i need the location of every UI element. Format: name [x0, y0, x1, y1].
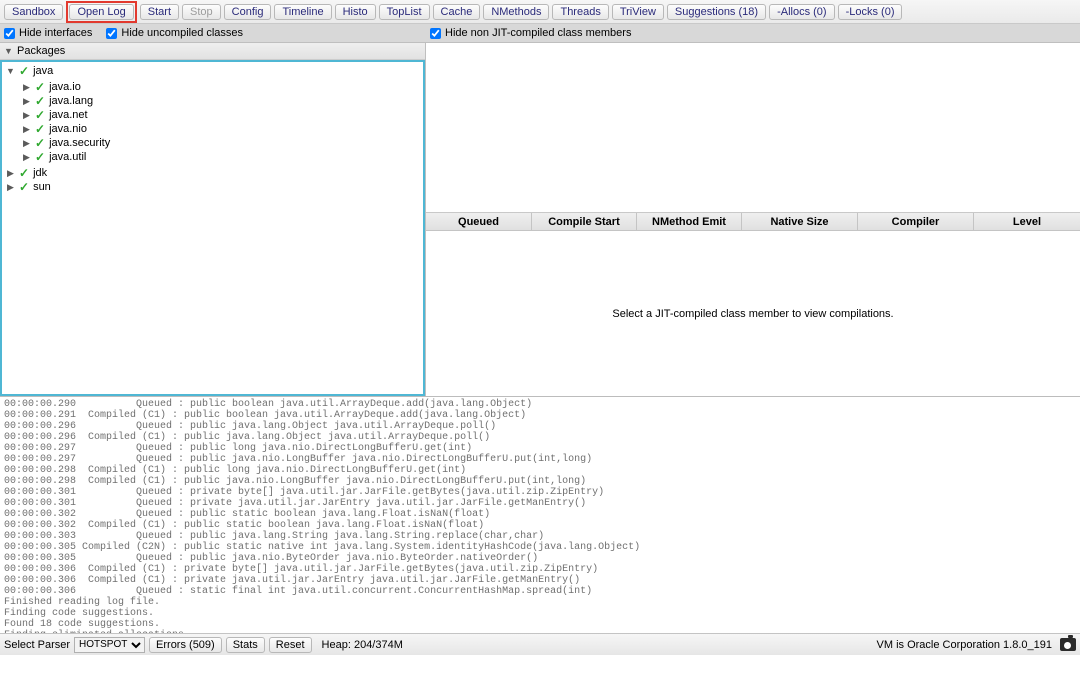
check-icon: ✓ [35, 108, 45, 122]
tree-node[interactable]: ▶ ✓ sun [6, 180, 423, 194]
check-icon: ✓ [19, 166, 29, 180]
errors-button[interactable]: Errors (509) [149, 637, 222, 653]
tree-header-disclosure-icon[interactable]: ▼ [4, 46, 13, 56]
check-icon: ✓ [19, 64, 29, 78]
reset-button[interactable]: Reset [269, 637, 312, 653]
suggestions-button[interactable]: Suggestions (18) [667, 4, 766, 20]
col-compiler[interactable]: Compiler [858, 213, 974, 230]
col-nmethod-emit[interactable]: NMethod Emit [637, 213, 742, 230]
tree-node-label: java.net [49, 109, 88, 121]
select-parser-label: Select Parser [4, 639, 70, 651]
col-level[interactable]: Level [974, 213, 1080, 230]
locks-button[interactable]: -Locks (0) [838, 4, 903, 20]
right-filter-strip: Hide non JIT-compiled class members [426, 24, 1080, 43]
vm-label: VM is Oracle Corporation 1.8.0_191 [877, 639, 1052, 651]
hide-nonjit-check[interactable]: Hide non JIT-compiled class members [430, 27, 631, 39]
tree-node[interactable]: ▶ ✓ java.net [22, 108, 423, 122]
log-output[interactable]: 00:00:00.290 Queued : public boolean jav… [0, 396, 1080, 633]
heap-label: Heap: 204/374M [322, 639, 403, 651]
histo-button[interactable]: Histo [335, 4, 376, 20]
left-pane: Hide interfaces Hide uncompiled classes … [0, 24, 426, 396]
tree-node-label: java.io [49, 81, 81, 93]
stats-button[interactable]: Stats [226, 637, 265, 653]
parser-select[interactable]: HOTSPOT [74, 637, 145, 653]
open-log-highlight: Open Log [66, 1, 136, 23]
check-icon: ✓ [35, 94, 45, 108]
config-button[interactable]: Config [224, 4, 272, 20]
snapshot-icon[interactable] [1060, 638, 1076, 651]
compilations-header: Queued Compile Start NMethod Emit Native… [426, 213, 1080, 231]
hide-uncompiled-checkbox[interactable] [106, 28, 117, 39]
disclosure-icon[interactable]: ▶ [22, 138, 31, 149]
tree-node-label: java.nio [49, 123, 87, 135]
check-icon: ✓ [35, 150, 45, 164]
tree-node-label: jdk [33, 167, 47, 179]
hide-interfaces-label: Hide interfaces [19, 27, 92, 39]
hide-uncompiled-label: Hide uncompiled classes [121, 27, 243, 39]
disclosure-icon[interactable]: ▶ [22, 96, 31, 107]
hide-nonjit-label: Hide non JIT-compiled class members [445, 27, 631, 39]
compilations-placeholder: Select a JIT-compiled class member to vi… [426, 231, 1080, 396]
stop-button: Stop [182, 4, 221, 20]
tree-node[interactable]: ▶ ✓ java.io [22, 80, 423, 94]
check-icon: ✓ [19, 180, 29, 194]
allocs-button[interactable]: -Allocs (0) [769, 4, 835, 20]
tree-node-label: java.lang [49, 95, 93, 107]
hide-uncompiled-check[interactable]: Hide uncompiled classes [106, 27, 243, 39]
tree-node-label: java [33, 65, 53, 77]
tree-node-label: sun [33, 181, 51, 193]
right-pane: Hide non JIT-compiled class members Queu… [426, 24, 1080, 396]
disclosure-icon[interactable]: ▶ [22, 152, 31, 163]
check-icon: ✓ [35, 136, 45, 150]
tree-node[interactable]: ▼ ✓ java [6, 64, 423, 78]
disclosure-icon[interactable]: ▶ [22, 110, 31, 121]
tree-node[interactable]: ▶ ✓ java.lang [22, 94, 423, 108]
disclosure-icon[interactable]: ▶ [6, 182, 15, 193]
start-button[interactable]: Start [140, 4, 179, 20]
hide-interfaces-checkbox[interactable] [4, 28, 15, 39]
hide-interfaces-check[interactable]: Hide interfaces [4, 27, 92, 39]
disclosure-icon[interactable]: ▶ [22, 82, 31, 93]
main-split: Hide interfaces Hide uncompiled classes … [0, 24, 1080, 396]
toplist-button[interactable]: TopList [379, 4, 430, 20]
tree-node[interactable]: ▶ ✓ java.security [22, 136, 423, 150]
disclosure-icon[interactable]: ▶ [6, 168, 15, 179]
tree-node-label: java.util [49, 151, 86, 163]
tree-node[interactable]: ▶ ✓ java.nio [22, 122, 423, 136]
check-icon: ✓ [35, 122, 45, 136]
triview-button[interactable]: TriView [612, 4, 664, 20]
package-tree[interactable]: ▼✓java▶✓java.io▶✓java.lang▶✓java.net▶✓ja… [0, 60, 425, 396]
members-table-empty [426, 43, 1080, 213]
threads-button[interactable]: Threads [552, 4, 608, 20]
tree-header-label: Packages [17, 45, 65, 57]
col-compile-start[interactable]: Compile Start [532, 213, 637, 230]
col-queued[interactable]: Queued [426, 213, 532, 230]
tree-node[interactable]: ▶ ✓ jdk [6, 166, 423, 180]
tree-header[interactable]: ▼ Packages [0, 43, 425, 60]
nmethods-button[interactable]: NMethods [483, 4, 549, 20]
status-bar: Select Parser HOTSPOT Errors (509) Stats… [0, 633, 1080, 655]
sandbox-button[interactable]: Sandbox [4, 4, 63, 20]
col-native-size[interactable]: Native Size [742, 213, 858, 230]
cache-button[interactable]: Cache [433, 4, 481, 20]
timeline-button[interactable]: Timeline [274, 4, 331, 20]
hide-nonjit-checkbox[interactable] [430, 28, 441, 39]
check-icon: ✓ [35, 80, 45, 94]
tree-node[interactable]: ▶ ✓ java.util [22, 150, 423, 164]
top-toolbar: Sandbox Open Log Start Stop Config Timel… [0, 0, 1080, 24]
open-log-button[interactable]: Open Log [69, 4, 133, 20]
tree-node-label: java.security [49, 137, 110, 149]
disclosure-icon[interactable]: ▼ [6, 66, 15, 76]
disclosure-icon[interactable]: ▶ [22, 124, 31, 135]
left-filter-strip: Hide interfaces Hide uncompiled classes [0, 24, 426, 43]
